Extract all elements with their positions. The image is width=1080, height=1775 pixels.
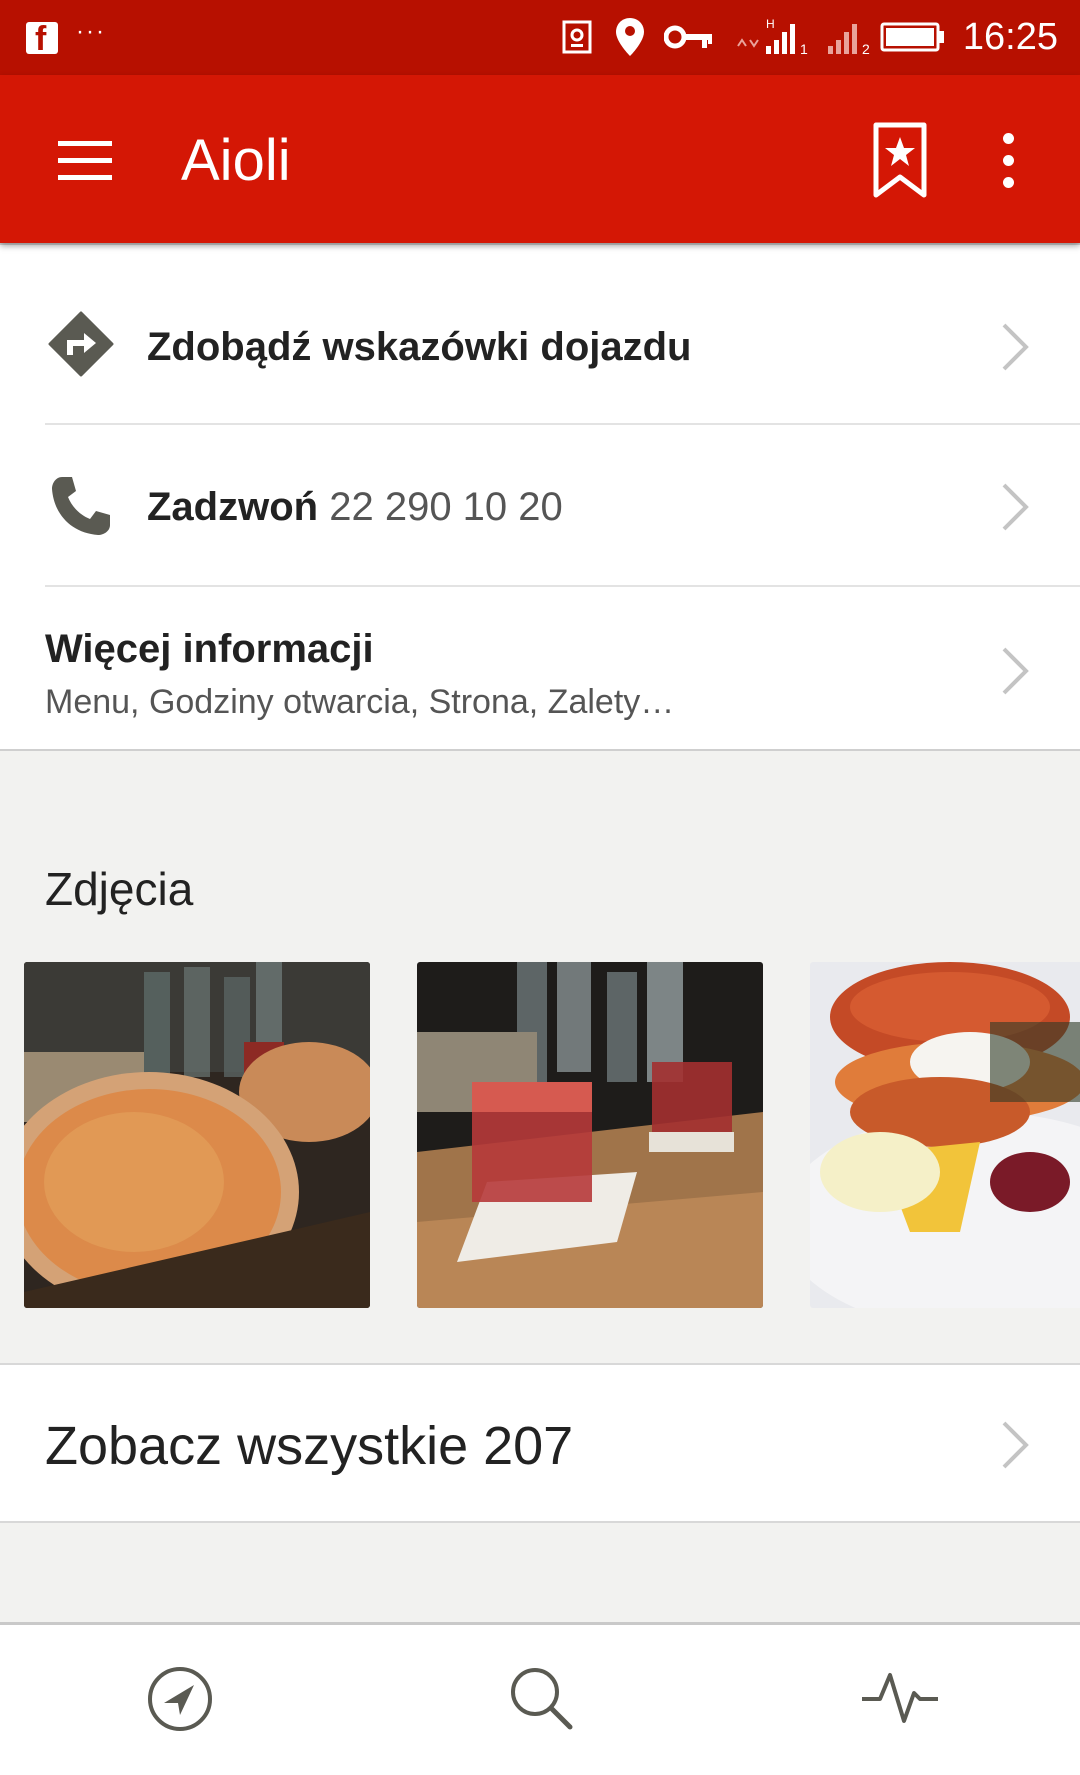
page-title: Aioli <box>181 128 291 193</box>
facebook-notification-icon: f <box>26 20 58 58</box>
overflow-menu-icon[interactable] <box>994 133 1024 189</box>
phone-number: 22 290 10 20 <box>329 485 563 529</box>
signal-sim2-icon: 2 <box>828 24 870 56</box>
app-bar: Aioli <box>0 75 1080 243</box>
search-icon[interactable] <box>508 1665 574 1731</box>
location-icon <box>616 18 644 56</box>
svg-text:2: 2 <box>862 41 870 56</box>
battery-icon <box>880 22 944 52</box>
chevron-right-icon <box>1002 483 1029 531</box>
vpn-key-icon <box>664 25 712 49</box>
chevron-right-icon <box>1002 1421 1029 1469</box>
svg-text:1: 1 <box>800 41 808 56</box>
bookmark-star-icon[interactable] <box>870 121 930 201</box>
call-row[interactable]: Zadzwoń 22 290 10 20 <box>0 425 1080 587</box>
photo-drinks[interactable] <box>417 962 763 1308</box>
call-label: Zadzwoń <box>147 485 319 529</box>
screenshot-icon <box>562 20 592 54</box>
more-notifications-indicator: ··· <box>76 18 106 45</box>
activity-icon[interactable] <box>860 1669 940 1725</box>
directions-icon <box>48 311 114 377</box>
directions-label: Zdobądź wskazówki dojazdu <box>147 325 692 369</box>
phone-icon <box>52 477 110 535</box>
more-info-description: Menu, Godziny otwarcia, Strona, Zalety… <box>45 683 675 721</box>
photos-carousel[interactable] <box>0 962 1080 1308</box>
navigation-arrow-icon[interactable] <box>146 1665 214 1733</box>
photos-section-title: Zdjęcia <box>45 863 194 915</box>
actions-card: Zdobądź wskazówki dojazdu Zadzwoń 22 290… <box>0 243 1080 751</box>
see-all-photos-row[interactable]: Zobacz wszystkie 207 <box>0 1363 1080 1523</box>
photo-pizza[interactable] <box>24 962 370 1308</box>
svg-text:H: H <box>766 17 775 31</box>
signal-sim1-icon: H 1 <box>737 17 808 56</box>
directions-row[interactable]: Zdobądź wskazówki dojazdu <box>0 265 1080 425</box>
chevron-right-icon <box>1002 647 1029 695</box>
photo-burger[interactable] <box>810 962 1080 1308</box>
more-info-row[interactable]: Więcej informacji Menu, Godziny otwarcia… <box>0 587 1080 749</box>
status-bar: f ··· H 1 2 16:25 <box>0 0 1080 75</box>
see-all-photos-label: Zobacz wszystkie 207 <box>45 1416 574 1476</box>
more-info-label: Więcej informacji <box>45 627 374 671</box>
clock: 16:25 <box>962 16 1058 58</box>
bottom-navigation <box>0 1622 1080 1775</box>
menu-icon[interactable] <box>58 141 112 181</box>
chevron-right-icon <box>1002 323 1029 371</box>
